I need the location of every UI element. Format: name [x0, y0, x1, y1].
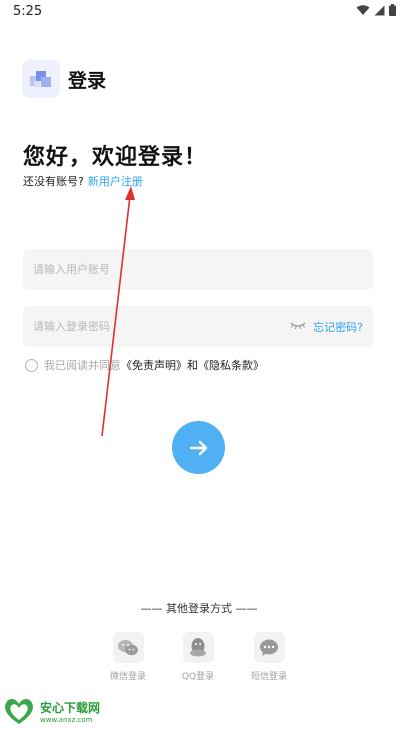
username-input[interactable]	[23, 249, 373, 290]
agreement-checkbox[interactable]	[25, 358, 38, 372]
welcome-heading: 您好，欢迎登录！	[23, 145, 208, 170]
watermark-title: 安心下载网	[40, 700, 101, 715]
wifi-icon	[356, 4, 370, 15]
wechat-login-label: 微信登录	[109, 672, 146, 682]
qq-login-label: QQ登录	[181, 672, 215, 682]
sms-login-label: 短信登录	[250, 672, 287, 682]
sms-login-option[interactable]: 短信登录	[239, 632, 299, 682]
status-time: 5:25	[13, 4, 43, 19]
qq-icon	[182, 632, 214, 663]
login-submit-button[interactable]	[172, 421, 225, 474]
password-field: 忘记密码?	[23, 306, 373, 347]
no-account-text: 还没有账号?	[23, 175, 84, 188]
app-logo	[22, 60, 60, 98]
forgot-password-link[interactable]: 忘记密码?	[313, 319, 363, 335]
cube-logo-icon	[30, 71, 51, 87]
register-link[interactable]: 新用户注册	[88, 175, 143, 188]
wechat-login-option[interactable]: 微信登录	[98, 632, 158, 682]
agreement-prefix: 我已阅读并同意	[44, 359, 121, 372]
privacy-link[interactable]: 《隐私条款》	[198, 357, 264, 373]
page-title: 登录	[68, 69, 107, 92]
agreement-and: 和	[187, 359, 198, 372]
watermark-url: www.anxz.com	[40, 715, 93, 724]
no-account-row: 还没有账号? 新用户注册	[23, 173, 143, 189]
watermark-heart-logo	[5, 698, 33, 724]
wechat-icon	[112, 632, 144, 663]
header: 登录	[22, 60, 106, 98]
signal-icon	[374, 5, 385, 15]
agreement-row: 我已阅读并同意 《免责声明》 和 《隐私条款》	[25, 357, 264, 373]
arrow-right-icon	[189, 440, 207, 455]
status-icons	[356, 4, 396, 16]
status-bar: 5:25	[0, 0, 410, 24]
battery-icon	[389, 4, 396, 16]
qq-login-option[interactable]: QQ登录	[168, 632, 228, 682]
disclaimer-link[interactable]: 《免责声明》	[121, 357, 187, 373]
eye-closed-icon[interactable]	[290, 321, 306, 330]
sms-icon	[253, 632, 285, 663]
watermark: 安心下载网 www.anxz.com	[2, 696, 100, 726]
other-login-label: —— 其他登录方式 ——	[140, 602, 258, 615]
